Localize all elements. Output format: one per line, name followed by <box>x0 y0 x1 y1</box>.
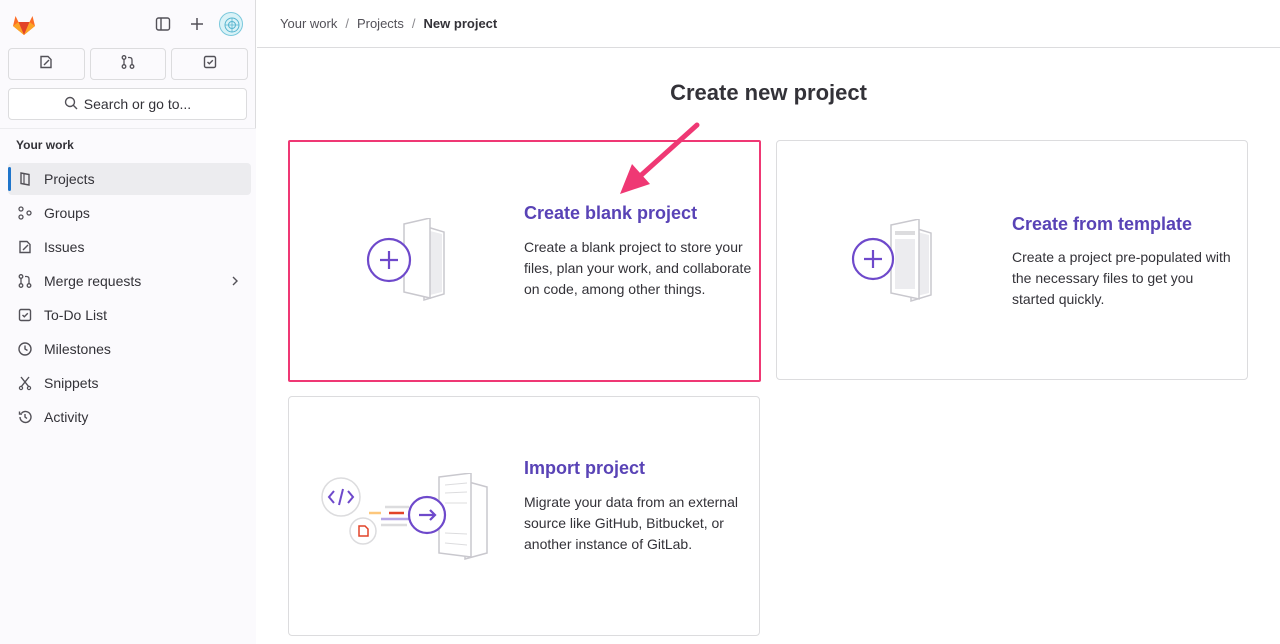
import-project-card[interactable]: Import project Migrate your data from an… <box>288 396 760 636</box>
issues-icon <box>38 54 54 75</box>
sidebar-item-label: Snippets <box>44 375 99 391</box>
todo-quick-button[interactable] <box>171 48 249 80</box>
breadcrumb-separator: / <box>411 16 416 31</box>
search-button[interactable]: Search or go to... <box>8 88 247 120</box>
template-project-illustration-icon <box>851 218 941 310</box>
import-project-title[interactable]: Import project <box>524 458 645 479</box>
main-header: Your work / Projects / New project <box>257 0 1280 48</box>
sidebar-item-snippets[interactable]: Snippets <box>8 367 251 399</box>
merge-request-icon <box>17 273 33 289</box>
sidebar-item-label: Merge requests <box>44 273 142 289</box>
create-blank-project-card[interactable]: Create blank project Create a blank proj… <box>288 140 761 382</box>
create-from-template-title[interactable]: Create from template <box>1012 214 1192 235</box>
sidebar-item-activity[interactable]: Activity <box>8 401 251 433</box>
issues-quick-button[interactable] <box>8 48 85 80</box>
todo-icon <box>17 307 33 323</box>
sidebar-item-label: Milestones <box>44 341 111 357</box>
search-label: Search or go to... <box>83 96 192 112</box>
merge-request-icon <box>120 54 136 75</box>
sidebar-toggle-icon[interactable] <box>151 12 175 36</box>
gitlab-logo-icon[interactable] <box>11 11 37 37</box>
sidebar-item-label: Activity <box>44 409 89 425</box>
history-icon <box>17 409 33 425</box>
sidebar-item-todo-list[interactable]: To-Do List <box>8 299 251 331</box>
avatar[interactable] <box>219 12 243 36</box>
sidebar-item-issues[interactable]: Issues <box>8 231 251 263</box>
sidebar-item-label: Issues <box>44 239 85 255</box>
nav-list: Projects Groups Issues Merge requests To… <box>8 163 251 435</box>
sidebar-item-label: To-Do List <box>44 307 108 323</box>
breadcrumb-separator: / <box>345 16 349 31</box>
nav-section-heading: Your work <box>16 138 74 152</box>
project-icon <box>17 171 33 187</box>
search-icon <box>64 96 78 113</box>
group-icon <box>17 205 33 221</box>
sidebar-item-merge-requests[interactable]: Merge requests <box>8 265 251 297</box>
issues-icon <box>17 239 33 255</box>
snippet-icon <box>17 375 33 391</box>
sidebar-item-groups[interactable]: Groups <box>8 197 251 229</box>
breadcrumb-item-your-work[interactable]: Your work <box>280 16 337 31</box>
import-project-description: Migrate your data from an external sourc… <box>524 494 738 552</box>
blank-project-illustration-icon <box>364 217 454 309</box>
quick-actions <box>8 48 249 80</box>
create-blank-project-title[interactable]: Create blank project <box>524 203 697 224</box>
todo-icon <box>202 54 218 75</box>
sidebar-item-label: Projects <box>44 171 95 187</box>
plus-icon[interactable] <box>185 12 209 36</box>
milestone-icon <box>17 341 33 357</box>
sidebar-topbar <box>0 0 256 48</box>
page-title: Create new project <box>670 80 867 105</box>
nav-section: Your work Projects Groups Issues Merge r… <box>0 128 256 644</box>
breadcrumb-item-new-project[interactable]: New project <box>424 16 498 31</box>
create-blank-project-description: Create a blank project to store your fil… <box>524 239 752 297</box>
create-from-template-card[interactable]: Create from template Create a project pr… <box>776 140 1248 380</box>
create-from-template-description: Create a project pre-populated with the … <box>1012 249 1231 307</box>
breadcrumb-item-projects[interactable]: Projects <box>357 16 404 31</box>
merge-requests-quick-button[interactable] <box>89 48 167 80</box>
sidebar: Search or go to... Your work Projects Gr… <box>0 0 256 644</box>
sidebar-item-label: Groups <box>44 205 90 221</box>
sidebar-item-milestones[interactable]: Milestones <box>8 333 251 365</box>
import-project-illustration-icon <box>319 472 494 568</box>
sidebar-item-projects[interactable]: Projects <box>8 163 251 195</box>
breadcrumb: Your work / Projects / New project <box>280 16 497 31</box>
chevron-right-icon <box>229 274 241 291</box>
